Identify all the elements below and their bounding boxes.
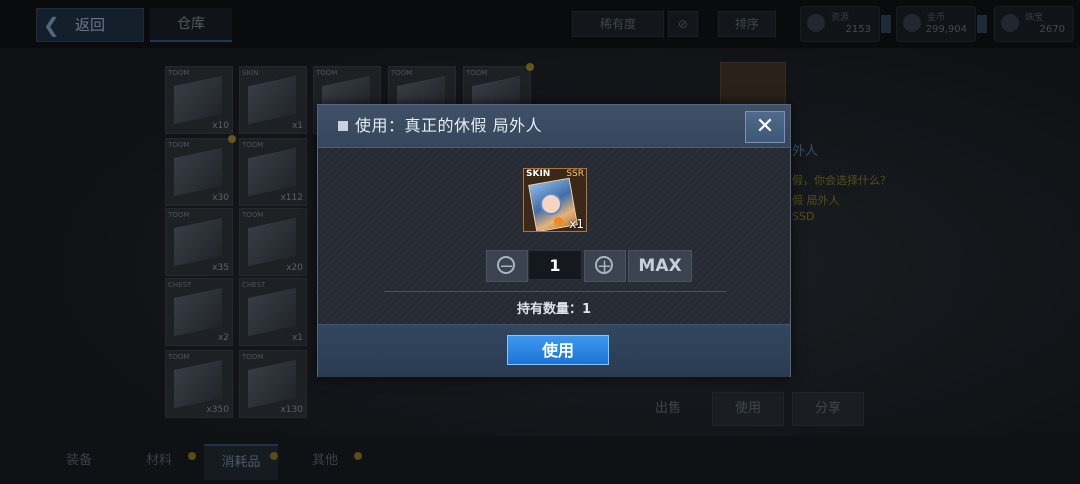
minus-icon: − (497, 256, 515, 277)
item-rarity: SSR (566, 169, 584, 179)
increase-button[interactable]: + (584, 250, 626, 282)
owned-quantity: 持有数量：1 (318, 298, 790, 317)
max-button[interactable]: MAX (628, 250, 692, 282)
close-button[interactable]: ✕ (745, 111, 785, 143)
item-count: x1 (569, 217, 584, 231)
plus-icon: + (595, 256, 613, 277)
decrease-button[interactable]: − (486, 250, 528, 282)
divider (384, 291, 726, 292)
skin-badge-icon (554, 217, 563, 226)
title-marker-icon (338, 121, 348, 131)
quantity-input[interactable]: 1 (528, 250, 582, 280)
use-item-dialog: 使用：真正的休假 局外人 ✕ SKIN SSR x1 − 1 + MAX 持有数… (317, 104, 791, 377)
dialog-title: 使用：真正的休假 局外人 (355, 116, 543, 135)
dialog-header: 使用：真正的休假 局外人 ✕ (318, 105, 790, 148)
item-type-tag: SKIN (526, 169, 551, 179)
item-card: SKIN SSR x1 (523, 168, 587, 232)
owned-value: 1 (581, 302, 592, 317)
owned-label: 持有数量： (516, 302, 582, 317)
dialog-footer: 使用 (318, 324, 790, 377)
confirm-use-button[interactable]: 使用 (507, 335, 609, 365)
character-face-image (540, 193, 562, 215)
